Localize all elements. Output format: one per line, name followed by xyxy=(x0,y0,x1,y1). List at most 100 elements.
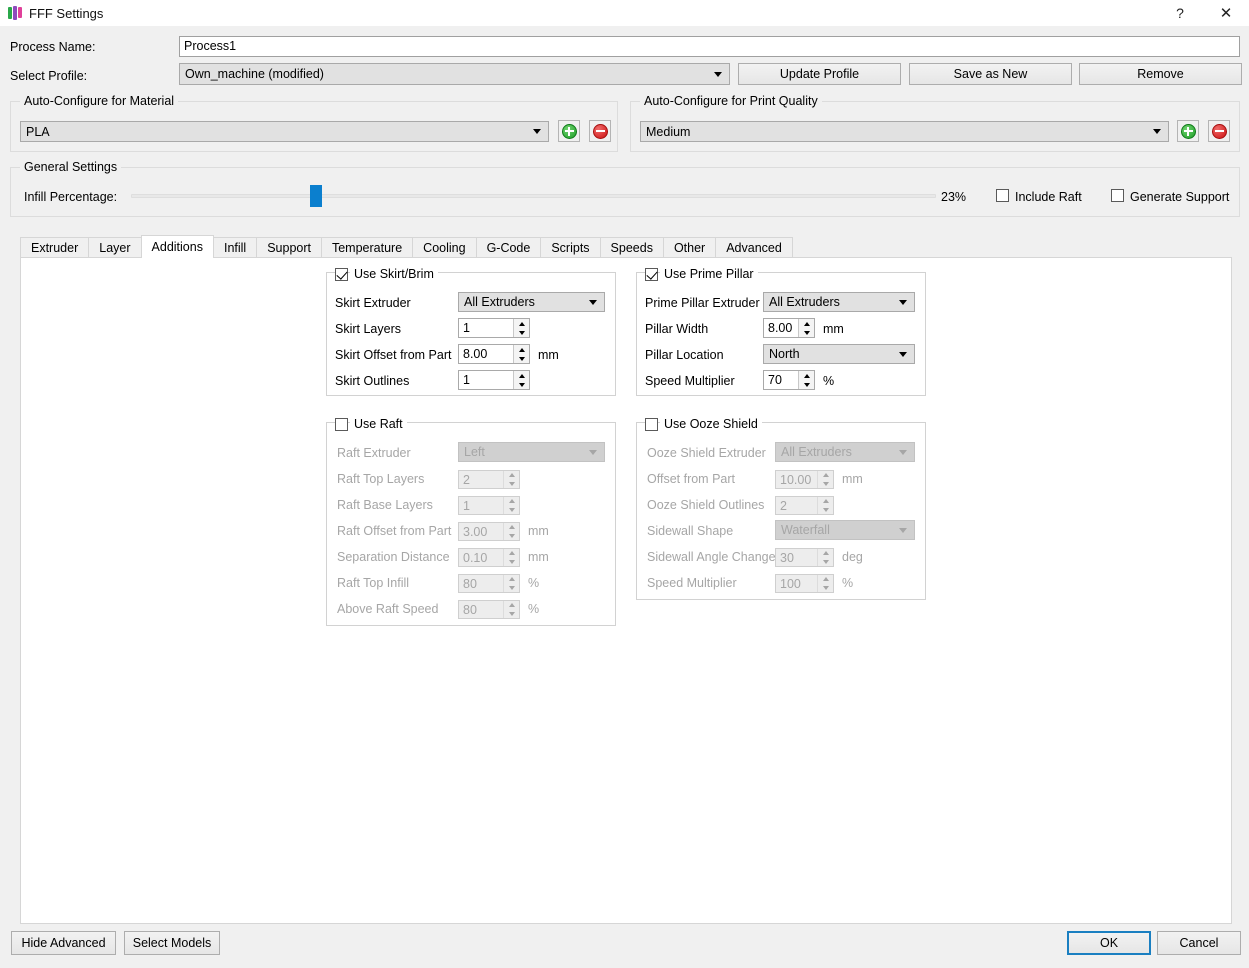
spinner-down-icon[interactable] xyxy=(799,328,814,337)
ooze-shield-extruder-combo: All Extruders xyxy=(775,442,915,462)
tab-infill[interactable]: Infill xyxy=(212,237,258,258)
infill-percentage-label: Infill Percentage: xyxy=(24,190,118,204)
skirt-offset-unit: mm xyxy=(538,348,559,362)
spinner-down-icon xyxy=(818,506,833,515)
ooze-shield-outlines-value: 2 xyxy=(780,498,787,513)
ooze-speed-unit: % xyxy=(842,576,854,590)
include-raft-checkbox[interactable] xyxy=(996,189,1009,202)
generate-support-label: Generate Support xyxy=(1130,190,1230,204)
material-combo[interactable]: PLA xyxy=(20,121,549,142)
spinner-up-icon xyxy=(504,471,519,480)
infill-slider-track[interactable] xyxy=(131,194,936,198)
spinner-buttons[interactable] xyxy=(513,345,529,363)
use-skirt-brim-checkbox[interactable] xyxy=(335,268,348,281)
help-icon[interactable]: ? xyxy=(1157,0,1203,26)
update-profile-button[interactable]: Update Profile xyxy=(738,63,901,85)
quality-combo[interactable]: Medium xyxy=(640,121,1169,142)
chevron-down-icon xyxy=(589,449,597,455)
ok-button[interactable]: OK xyxy=(1067,931,1151,955)
above-raft-speed-spinner: 80 xyxy=(458,600,520,619)
auto-configure-quality-title: Auto-Configure for Print Quality xyxy=(640,94,822,108)
spinner-up-icon[interactable] xyxy=(514,371,529,380)
chevron-down-icon xyxy=(533,129,541,134)
tab-speeds[interactable]: Speeds xyxy=(599,237,664,258)
cancel-button[interactable]: Cancel xyxy=(1157,931,1241,955)
remove-material-button[interactable] xyxy=(589,120,611,142)
spinner-down-icon[interactable] xyxy=(514,328,529,337)
tab-label: Support xyxy=(267,241,311,255)
tab-cooling[interactable]: Cooling xyxy=(412,237,477,258)
spinner-down-icon[interactable] xyxy=(514,354,529,363)
skirt-extruder-combo[interactable]: All Extruders xyxy=(458,292,605,312)
select-profile-combo[interactable]: Own_machine (modified) xyxy=(179,63,730,85)
tab-label: Advanced xyxy=(726,241,782,255)
spinner-down-icon xyxy=(504,532,519,541)
select-models-button[interactable]: Select Models xyxy=(124,931,220,955)
spinner-up-icon[interactable] xyxy=(514,345,529,354)
tab-other[interactable]: Other xyxy=(662,237,717,258)
sidewall-angle-spinner: 30 xyxy=(775,548,834,567)
tab-scripts[interactable]: Scripts xyxy=(540,237,601,258)
tab-additions[interactable]: Additions xyxy=(140,235,214,258)
spinner-up-icon[interactable] xyxy=(514,319,529,328)
spinner-up-icon[interactable] xyxy=(799,371,814,380)
use-prime-pillar-checkbox[interactable] xyxy=(645,268,658,281)
settings-tabs[interactable]: Extruder Layer Additions Infill Support Tempe… xyxy=(20,235,793,258)
close-icon[interactable]: ✕ xyxy=(1203,0,1249,26)
process-name-input[interactable]: Process1 xyxy=(179,36,1240,57)
prime-pillar-speed-spinner[interactable]: 70 xyxy=(763,370,815,390)
spinner-buttons[interactable] xyxy=(798,319,814,337)
prime-pillar-speed-value: 70 xyxy=(768,373,782,387)
raft-top-infill-value: 80 xyxy=(463,576,477,591)
spinner-down-icon xyxy=(818,584,833,593)
add-material-button[interactable] xyxy=(558,120,580,142)
spinner-up-icon xyxy=(504,549,519,558)
pillar-width-label: Pillar Width xyxy=(645,322,709,336)
spinner-down-icon xyxy=(504,584,519,593)
use-ooze-shield-checkbox[interactable] xyxy=(645,418,658,431)
spinner-up-icon xyxy=(818,575,833,584)
skirt-layers-spinner[interactable]: 1 xyxy=(458,318,530,338)
tab-advanced[interactable]: Advanced xyxy=(715,237,793,258)
ooze-shield-outlines-label: Ooze Shield Outlines xyxy=(647,498,765,512)
use-raft-checkbox[interactable] xyxy=(335,418,348,431)
raft-base-layers-label: Raft Base Layers xyxy=(337,498,433,512)
ooze-offset-spinner: 10.00 xyxy=(775,470,834,489)
pillar-width-spinner[interactable]: 8.00 xyxy=(763,318,815,338)
tab-g-code[interactable]: G-Code xyxy=(475,237,542,258)
spinner-up-icon[interactable] xyxy=(799,319,814,328)
spinner-down-icon xyxy=(504,506,519,515)
add-quality-button[interactable] xyxy=(1177,120,1199,142)
spinner-buttons[interactable] xyxy=(513,319,529,337)
pillar-location-label: Pillar Location xyxy=(645,348,724,362)
spinner-buttons xyxy=(503,523,519,540)
ooze-shield-extruder-label: Ooze Shield Extruder xyxy=(647,446,766,460)
save-as-new-button[interactable]: Save as New xyxy=(909,63,1072,85)
spinner-down-icon xyxy=(504,558,519,567)
skirt-outlines-spinner[interactable]: 1 xyxy=(458,370,530,390)
skirt-offset-spinner[interactable]: 8.00 xyxy=(458,344,530,364)
spinner-buttons[interactable] xyxy=(798,371,814,389)
spinner-buttons[interactable] xyxy=(513,371,529,389)
generate-support-checkbox[interactable] xyxy=(1111,189,1124,202)
chevron-down-icon xyxy=(899,527,907,533)
hide-advanced-button[interactable]: Hide Advanced xyxy=(11,931,116,955)
tab-extruder[interactable]: Extruder xyxy=(20,237,90,258)
quality-value: Medium xyxy=(646,124,691,139)
spinner-down-icon[interactable] xyxy=(799,380,814,389)
prime-pillar-speed-label: Speed Multiplier xyxy=(645,374,735,388)
tab-label: Speeds xyxy=(610,241,653,255)
tab-temperature[interactable]: Temperature xyxy=(320,237,414,258)
prime-pillar-extruder-combo[interactable]: All Extruders xyxy=(763,292,915,312)
prime-pillar-extruder-label: Prime Pillar Extruder xyxy=(645,296,760,310)
spinner-down-icon[interactable] xyxy=(514,380,529,389)
skirt-outlines-label: Skirt Outlines xyxy=(335,374,410,388)
tab-support[interactable]: Support xyxy=(256,237,322,258)
tab-label: Temperature xyxy=(331,241,403,255)
remove-button[interactable]: Remove xyxy=(1079,63,1242,85)
pillar-location-combo[interactable]: North xyxy=(763,344,915,364)
remove-quality-button[interactable] xyxy=(1208,120,1230,142)
skirt-offset-label: Skirt Offset from Part xyxy=(335,348,452,362)
tab-layer[interactable]: Layer xyxy=(88,237,142,258)
infill-slider-handle[interactable] xyxy=(310,185,323,207)
